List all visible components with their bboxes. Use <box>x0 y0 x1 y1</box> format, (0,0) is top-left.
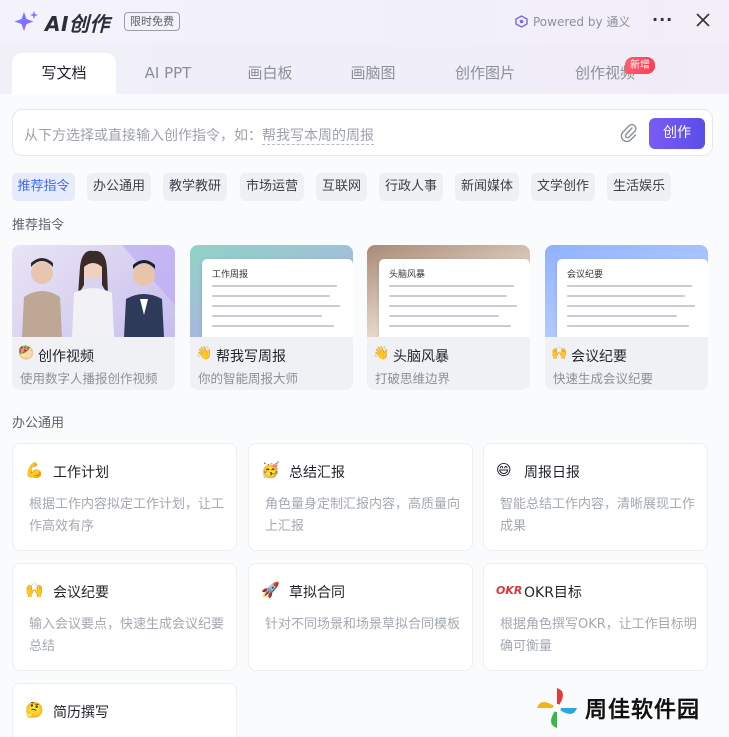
rec-card-subtitle: 使用数字人播报创作视频 <box>20 371 158 386</box>
tool-card-title: 周报日报 <box>524 465 580 481</box>
raised-hands-icon: 🙌 <box>25 581 44 599</box>
smile-icon: 😄 <box>496 461 512 479</box>
chip-hr[interactable]: 行政人事 <box>379 173 443 201</box>
tool-card-title: 简历撰写 <box>53 705 109 721</box>
rec-card-brainstorm[interactable]: 头脑风暴 👋 头脑风暴 打破思维边界 <box>367 245 530 390</box>
mode-tabs: 写文档 AI PPT 画白板 画脑图 创作图片 创作视频 新增 <box>0 44 729 94</box>
video-emoji-icon: 🥙 <box>18 346 35 361</box>
tab-whiteboard[interactable]: 画白板 <box>218 53 322 94</box>
tool-card-desc: 角色量身定制汇报内容，高质量向上汇报 <box>265 497 461 534</box>
doc-title: 工作周报 <box>212 270 249 280</box>
rec-card-subtitle: 打破思维边界 <box>375 371 451 386</box>
new-badge: 新增 <box>625 57 655 74</box>
meeting-notes-preview: 会议纪要 <box>545 245 708 337</box>
tool-card-title: 会议纪要 <box>53 585 109 601</box>
doc-title: 头脑风暴 <box>389 270 426 280</box>
chip-internet[interactable]: 互联网 <box>316 173 367 201</box>
tool-card-title: 工作计划 <box>53 465 109 481</box>
app-title: AI创作 <box>45 12 110 36</box>
pinwheel-logo-icon <box>537 688 577 728</box>
chip-recommended[interactable]: 推荐指令 <box>12 173 75 201</box>
attachment-icon[interactable] <box>620 123 638 143</box>
prompt-placeholder: 从下方选择或直接输入创作指令，如：帮我写本周的周报 <box>24 125 374 145</box>
tool-card-resume[interactable]: 🤔 简历撰写 <box>12 683 237 737</box>
party-face-icon: 🥳 <box>261 461 280 479</box>
rocket-icon: 🚀 <box>261 581 280 599</box>
chip-literature[interactable]: 文学创作 <box>531 173 595 201</box>
brainstorm-preview: 头脑风暴 <box>367 245 530 337</box>
recommend-section-title: 推荐指令 <box>12 218 65 233</box>
rec-card-title: 会议纪要 <box>571 349 627 365</box>
weekly-report-preview: 工作周报 <box>190 245 353 337</box>
tool-card-summary-report[interactable]: 🥳 总结汇报 角色量身定制汇报内容，高质量向上汇报 <box>248 443 473 551</box>
tool-card-work-plan[interactable]: 💪 工作计划 根据工作内容拟定工作计划，让工作高效有序 <box>12 443 237 551</box>
tool-card-desc: 根据工作内容拟定工作计划，让工作高效有序 <box>29 497 225 534</box>
rec-card-video[interactable]: 🥙 创作视频 使用数字人播报创作视频 <box>12 245 175 390</box>
digital-human-image <box>12 245 175 337</box>
main-panel: 从下方选择或直接输入创作指令，如：帮我写本周的周报 创作 推荐指令 办公通用 教… <box>0 94 729 737</box>
raised-hands-icon: 🙌 <box>551 346 568 361</box>
tool-card-draft-contract[interactable]: 🚀 草拟合同 针对不同场景和场景草拟合同模板 <box>248 563 473 671</box>
tool-card-desc: 智能总结工作内容，清晰展现工作成果 <box>500 497 696 534</box>
title-bar: AI创作 限时免费 Powered by 通义 ··· <box>0 0 729 44</box>
rec-card-title: 创作视频 <box>38 349 94 365</box>
rec-card-title: 头脑风暴 <box>393 349 449 365</box>
tool-card-okr[interactable]: OKR OKR目标 根据角色撰写OKR，让工作目标明确可衡量 <box>483 563 708 671</box>
chip-lifestyle[interactable]: 生活娱乐 <box>607 173 671 201</box>
tab-ai-ppt[interactable]: AI PPT <box>116 53 220 94</box>
chip-office[interactable]: 办公通用 <box>87 173 151 201</box>
powered-by-label: Powered by 通义 <box>533 15 631 29</box>
rec-card-subtitle: 快速生成会议纪要 <box>553 371 654 386</box>
more-menu-icon[interactable]: ··· <box>652 10 673 29</box>
doc-title: 会议纪要 <box>567 270 604 280</box>
sparkle-logo-icon <box>14 11 38 31</box>
tool-card-desc: 输入会议要点，快速生成会议纪要总结 <box>29 617 225 654</box>
tool-card-title: 总结汇报 <box>289 465 345 481</box>
wave-emoji-icon: 👋 <box>196 346 213 361</box>
rec-card-weekly-report[interactable]: 工作周报 👋 帮我写周报 你的智能周报大师 <box>190 245 353 390</box>
muscle-icon: 💪 <box>25 461 44 479</box>
watermark: 周佳软件园 <box>535 686 700 730</box>
create-button[interactable]: 创作 <box>649 118 705 149</box>
rec-card-title: 帮我写周报 <box>216 349 286 365</box>
rec-card-meeting-notes[interactable]: 会议纪要 🙌 会议纪要 快速生成会议纪要 <box>545 245 708 390</box>
chip-marketing[interactable]: 市场运营 <box>240 173 304 201</box>
tool-card-weekly-daily[interactable]: 😄 周报日报 智能总结工作内容，清晰展现工作成果 <box>483 443 708 551</box>
powered-by: Powered by 通义 <box>515 13 630 30</box>
office-section-title: 办公通用 <box>12 416 65 431</box>
free-badge: 限时免费 <box>124 12 180 31</box>
okr-icon: OKR <box>496 584 523 597</box>
tab-write-doc[interactable]: 写文档 <box>12 53 116 94</box>
tongyi-icon <box>515 15 528 28</box>
thinking-face-icon: 🤔 <box>25 701 44 719</box>
tool-card-desc: 根据角色撰写OKR，让工作目标明确可衡量 <box>500 617 697 654</box>
close-icon[interactable] <box>694 11 712 29</box>
prompt-input[interactable]: 从下方选择或直接输入创作指令，如：帮我写本周的周报 创作 <box>12 109 713 156</box>
tool-card-desc: 针对不同场景和场景草拟合同模板 <box>265 617 461 632</box>
chip-news[interactable]: 新闻媒体 <box>455 173 519 201</box>
placeholder-prefix: 从下方选择或直接输入创作指令，如： <box>24 128 262 144</box>
chip-teaching[interactable]: 教学教研 <box>163 173 227 201</box>
tab-mindmap[interactable]: 画脑图 <box>321 53 425 94</box>
placeholder-example: 帮我写本周的周报 <box>262 128 374 145</box>
watermark-text: 周佳软件园 <box>585 698 701 723</box>
rec-card-subtitle: 你的智能周报大师 <box>198 371 299 386</box>
tool-card-title: OKR目标 <box>524 585 582 601</box>
wave-emoji-icon: 👋 <box>373 346 390 361</box>
tool-card-title: 草拟合同 <box>289 585 345 601</box>
tab-create-image[interactable]: 创作图片 <box>433 53 537 94</box>
tool-card-meeting-notes[interactable]: 🙌 会议纪要 输入会议要点，快速生成会议纪要总结 <box>12 563 237 671</box>
